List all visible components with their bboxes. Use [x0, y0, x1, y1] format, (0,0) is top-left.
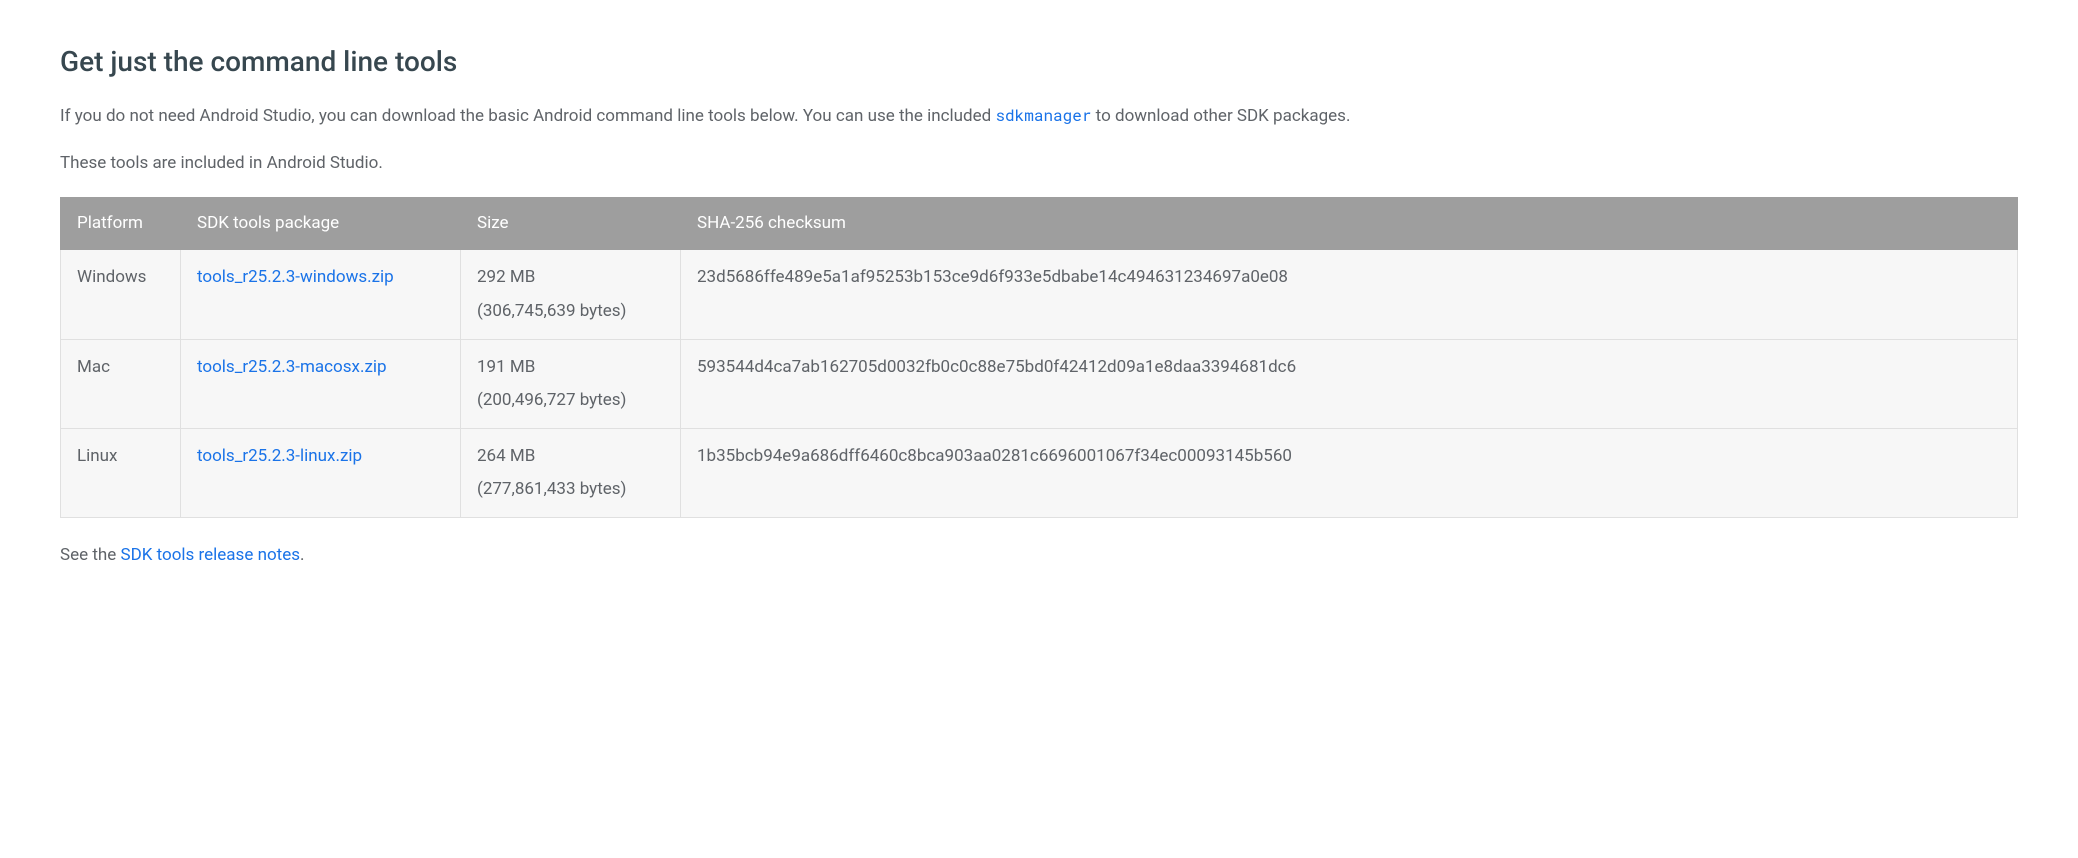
downloads-table: Platform SDK tools package Size SHA-256 … — [60, 197, 2018, 518]
cell-checksum: 1b35bcb94e9a686dff6460c8bca903aa0281c669… — [681, 429, 2018, 518]
header-checksum: SHA-256 checksum — [681, 198, 2018, 250]
header-size: Size — [461, 198, 681, 250]
footer-prefix: See the — [60, 545, 121, 565]
intro-text-1: If you do not need Android Studio, you c… — [60, 106, 995, 126]
header-platform: Platform — [61, 198, 181, 250]
cell-platform: Linux — [61, 429, 181, 518]
cell-size-bytes: (200,496,727 bytes) — [477, 387, 664, 414]
cell-size-bytes: (306,745,639 bytes) — [477, 298, 664, 325]
footer-suffix: . — [300, 545, 304, 565]
cell-platform: Windows — [61, 250, 181, 339]
sdkmanager-link[interactable]: sdkmanager — [995, 105, 1091, 126]
intro-paragraph: If you do not need Android Studio, you c… — [60, 103, 2018, 130]
included-note: These tools are included in Android Stud… — [60, 150, 2018, 177]
cell-checksum: 23d5686ffe489e5a1af95253b153ce9d6f933e5d… — [681, 250, 2018, 339]
table-row: Windows tools_r25.2.3-windows.zip 292 MB… — [61, 250, 2018, 339]
download-link[interactable]: tools_r25.2.3-linux.zip — [197, 446, 362, 466]
download-link[interactable]: tools_r25.2.3-windows.zip — [197, 267, 394, 287]
footer-paragraph: See the SDK tools release notes. — [60, 542, 2018, 569]
cell-size: 264 MB — [477, 443, 664, 470]
table-row: Mac tools_r25.2.3-macosx.zip 191 MB (200… — [61, 339, 2018, 428]
section-heading: Get just the command line tools — [60, 40, 2018, 85]
header-package: SDK tools package — [181, 198, 461, 250]
cell-size: 292 MB — [477, 264, 664, 291]
cell-platform: Mac — [61, 339, 181, 428]
table-header-row: Platform SDK tools package Size SHA-256 … — [61, 198, 2018, 250]
cell-size: 191 MB — [477, 354, 664, 381]
cell-checksum: 593544d4ca7ab162705d0032fb0c0c88e75bd0f4… — [681, 339, 2018, 428]
intro-text-2: to download other SDK packages. — [1091, 106, 1350, 126]
download-link[interactable]: tools_r25.2.3-macosx.zip — [197, 357, 387, 377]
release-notes-link[interactable]: SDK tools release notes — [121, 545, 301, 565]
table-row: Linux tools_r25.2.3-linux.zip 264 MB (27… — [61, 429, 2018, 518]
cell-size-bytes: (277,861,433 bytes) — [477, 476, 664, 503]
